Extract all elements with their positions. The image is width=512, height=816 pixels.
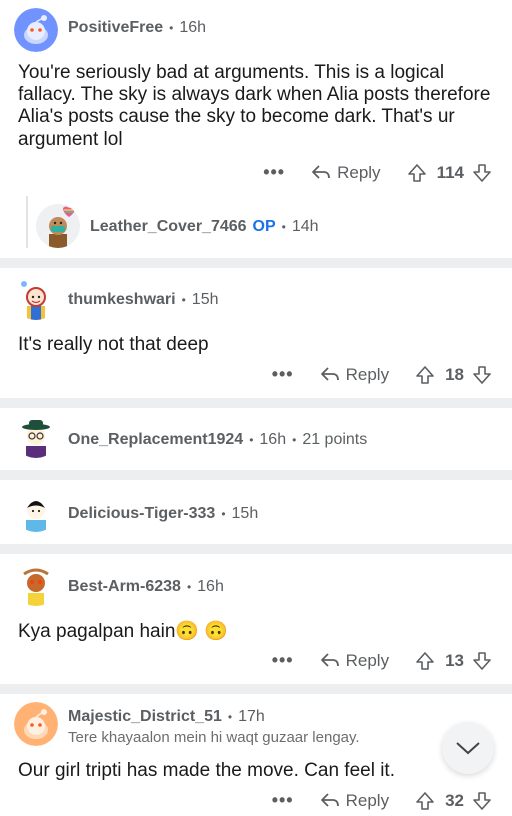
op-badge: OP: [252, 218, 276, 235]
timestamp: 15h: [231, 505, 259, 522]
emoji: 🙃 🙃: [175, 621, 229, 642]
username[interactable]: Best-Arm-6238: [68, 578, 181, 596]
section-divider: [0, 544, 512, 554]
vote-controls: 13: [415, 651, 492, 671]
points: 21 points: [302, 431, 368, 448]
downvote-icon[interactable]: [472, 651, 492, 671]
section-divider: [0, 398, 512, 408]
upvote-icon[interactable]: [415, 791, 435, 811]
separator: •: [292, 433, 297, 447]
reply-label: Reply: [337, 162, 381, 182]
reply-label: Reply: [345, 650, 390, 670]
comment-meta: Best-Arm-6238 • 16h: [68, 578, 224, 596]
timestamp: 16h: [259, 431, 287, 448]
separator: •: [221, 507, 226, 521]
separator: •: [181, 293, 186, 307]
upvote-icon[interactable]: [415, 651, 435, 671]
username[interactable]: One_Replacement1924: [68, 431, 243, 449]
more-options-button[interactable]: •••: [272, 364, 294, 385]
username[interactable]: Majestic_District_51: [68, 708, 222, 726]
vote-score: 114: [436, 162, 464, 182]
avatar[interactable]: [14, 414, 58, 458]
timestamp: 15h: [191, 291, 219, 308]
vote-score: 32: [445, 790, 464, 810]
section-divider: [0, 684, 512, 694]
reply-arrow-icon: [312, 164, 330, 179]
reply-button[interactable]: Reply: [320, 365, 389, 385]
vote-controls: 114: [407, 163, 492, 183]
reply-arrow-icon: [320, 366, 339, 381]
upvote-icon[interactable]: [407, 163, 427, 183]
upvote-icon[interactable]: [415, 365, 435, 385]
scroll-down-button[interactable]: [442, 722, 494, 774]
reply-button[interactable]: Reply: [311, 162, 381, 183]
username[interactable]: Leather_Cover_7466: [90, 218, 247, 236]
reply-button[interactable]: Reply: [320, 791, 389, 811]
timestamp: 17h: [238, 708, 265, 725]
comment-meta: thumkeshwari • 15h: [68, 291, 219, 309]
comment-actions: ••• Reply 13: [272, 650, 492, 671]
avatar[interactable]: [36, 204, 80, 248]
vote-controls: 32: [415, 791, 492, 811]
username[interactable]: thumkeshwari: [68, 291, 176, 309]
comment-body: It's really not that deep: [18, 334, 209, 355]
username[interactable]: PositiveFree: [68, 19, 163, 37]
more-options-button[interactable]: •••: [263, 162, 285, 183]
reply-label: Reply: [345, 364, 390, 384]
downvote-icon[interactable]: [472, 163, 492, 183]
vote-controls: 18: [415, 365, 492, 385]
more-options-button[interactable]: •••: [272, 790, 294, 811]
comment-actions: ••• Reply 18: [272, 364, 492, 385]
comment-meta: Majestic_District_51 • 17h: [68, 708, 265, 726]
separator: •: [281, 220, 286, 234]
comment-meta: PositiveFree • 16h: [68, 19, 206, 37]
downvote-icon[interactable]: [472, 791, 492, 811]
timestamp: 16h: [179, 19, 207, 36]
comment-text: Kya pagalpan hain: [18, 621, 176, 642]
user-flair: Tere khayaalon mein hi waqt guzaar lenga…: [68, 729, 360, 746]
avatar[interactable]: [14, 562, 58, 606]
timestamp: 16h: [197, 578, 224, 595]
reply-arrow-icon: [320, 652, 339, 667]
comment-meta: Delicious-Tiger-333 • 15h: [68, 505, 258, 523]
comment-meta: Leather_Cover_7466 OP • 14h: [90, 218, 319, 236]
comment-meta: One_Replacement1924 • 16h • 21 points: [68, 431, 367, 449]
more-options-button[interactable]: •••: [272, 650, 294, 671]
separator: •: [227, 710, 233, 724]
avatar[interactable]: [14, 8, 58, 52]
separator: •: [249, 433, 254, 447]
separator: •: [186, 580, 192, 594]
comment-body: Our girl tripti has made the move. Can f…: [18, 760, 395, 781]
reply-button[interactable]: Reply: [320, 651, 389, 671]
comment-actions: ••• Reply 114: [263, 162, 492, 183]
separator: •: [169, 21, 174, 35]
comment-body: Kya pagalpan hain🙃 🙃: [18, 621, 498, 643]
avatar[interactable]: [14, 702, 58, 746]
section-divider: [0, 470, 512, 480]
avatar[interactable]: [14, 276, 58, 320]
section-divider: [0, 258, 512, 268]
vote-score: 13: [445, 650, 464, 670]
reply-label: Reply: [345, 790, 390, 810]
reply-arrow-icon: [320, 792, 339, 807]
thread-line[interactable]: [26, 196, 28, 248]
avatar[interactable]: [14, 488, 58, 532]
downvote-icon[interactable]: [472, 365, 492, 385]
timestamp: 14h: [291, 218, 319, 235]
comment-actions: ••• Reply 32: [272, 790, 492, 811]
username[interactable]: Delicious-Tiger-333: [68, 505, 215, 523]
vote-score: 18: [445, 364, 464, 384]
chevron-down-icon: [456, 742, 480, 755]
comment-body: You're seriously bad at arguments. This …: [18, 62, 491, 150]
